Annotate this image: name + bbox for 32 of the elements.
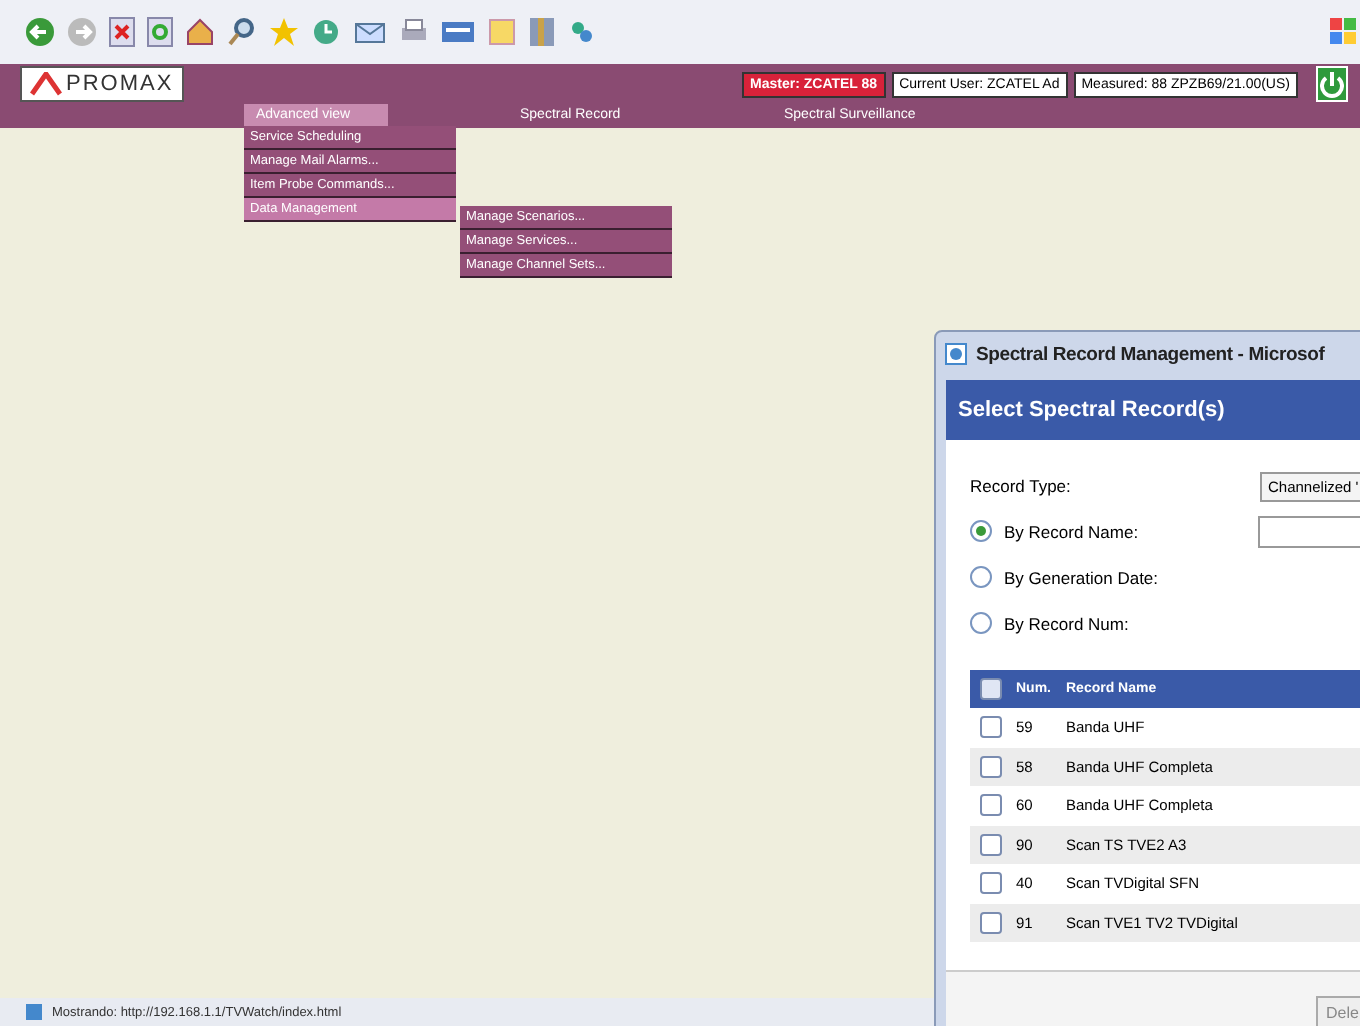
history-icon[interactable] [310,16,342,48]
page-icon [24,1002,44,1022]
home-icon[interactable] [184,16,216,48]
row-checkbox[interactable] [979,716,1001,739]
delete-button[interactable]: Dele [1316,996,1360,1026]
row-checkbox[interactable] [979,872,1001,895]
forward-icon[interactable] [66,16,98,48]
radio-label: By Record Name: [1004,521,1141,541]
dialog-title: Spectral Record Management - Microsof [976,343,1325,365]
triangle-logo-icon [30,72,62,96]
book-icon[interactable] [528,16,556,48]
windows-logo-icon [1328,16,1360,48]
star-icon[interactable] [268,16,300,48]
back-icon[interactable] [24,16,56,48]
stop-icon[interactable] [108,16,136,48]
search-icon[interactable] [226,16,258,48]
record-name-input[interactable] [1258,515,1360,547]
record-type-label: Record Type: [970,476,1073,496]
logo-text: PROMAX [66,72,174,96]
radio-button[interactable] [970,612,992,634]
row-checkbox[interactable] [979,833,1001,856]
radio-button[interactable] [970,520,992,542]
radio-label: By Generation Date: [1004,567,1161,587]
ie-page-icon [944,342,968,366]
radio-label: By Record Num: [1004,613,1131,633]
exit-button[interactable] [1316,66,1348,102]
row-checkbox[interactable] [979,794,1001,817]
radio-button[interactable] [970,566,992,588]
row-checkbox[interactable] [979,755,1001,778]
select-all-checkbox[interactable] [979,678,1001,700]
dialog-heading: Select Spectral Record(s) [946,380,1360,440]
row-checkbox[interactable] [979,911,1001,934]
